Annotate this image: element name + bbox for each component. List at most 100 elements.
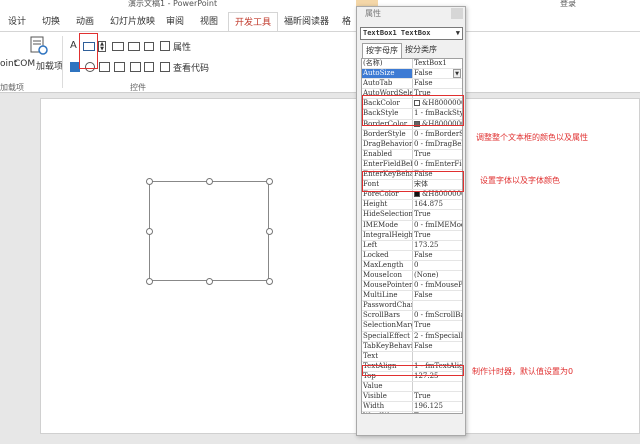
property-row[interactable]: DragBehavior0 - fmDragBehavior — [362, 139, 462, 150]
property-row[interactable]: AutoTab False — [362, 79, 462, 90]
property-value[interactable]: True — [413, 412, 462, 413]
property-row[interactable]: AutoSize False ▼ — [362, 69, 462, 80]
chevron-down-icon[interactable]: ▼ — [453, 69, 461, 79]
scrollbar-control-icon[interactable] — [144, 42, 154, 51]
close-icon[interactable] — [451, 8, 463, 19]
property-row[interactable]: EnterFieldBehavior0 - fmEnterFieldBehavi… — [362, 159, 462, 171]
property-value[interactable]: 0 - fmBorderStyle — [413, 130, 462, 139]
property-value[interactable]: TextBox1 — [413, 59, 462, 68]
textbox-control[interactable] — [146, 178, 273, 285]
tab-review[interactable]: 审阅 — [166, 14, 184, 27]
property-row[interactable]: IntegralHeight True — [362, 230, 462, 241]
property-row[interactable]: Height 164.875 — [362, 200, 462, 211]
tab-categorized[interactable]: 按分类序 — [402, 43, 440, 58]
property-row[interactable]: Width 196.125 — [362, 402, 462, 413]
property-value-text: TextBox1 — [414, 59, 447, 67]
property-row[interactable]: MouseIcon (None) — [362, 270, 462, 282]
property-value[interactable]: True — [413, 150, 462, 159]
property-value[interactable]: 0 - fmMousePointerDefault — [413, 281, 462, 290]
property-value[interactable] — [413, 382, 462, 391]
resize-handle-right[interactable] — [266, 228, 273, 235]
tab-animations[interactable]: 动画 — [76, 14, 94, 27]
resize-handle-top-right[interactable] — [266, 178, 273, 185]
property-row[interactable]: HideSelection True — [362, 210, 462, 221]
tab-design[interactable]: 设计 — [8, 14, 26, 27]
property-value[interactable]: False ▼ — [413, 69, 462, 79]
property-row[interactable]: Locked False — [362, 250, 462, 261]
property-value[interactable]: 173.25 — [413, 241, 462, 250]
property-value[interactable]: 0 - fmEnterFieldBehavior — [413, 160, 462, 169]
property-value[interactable]: True — [413, 231, 462, 240]
toggle-button-icon[interactable] — [130, 62, 141, 72]
tab-developer[interactable]: 开发工具 — [228, 12, 279, 32]
property-name: SpecialEffect — [362, 331, 413, 341]
tab-more[interactable]: 格 — [342, 14, 351, 27]
slide-canvas[interactable] — [40, 98, 640, 434]
resize-handle-top[interactable] — [206, 178, 213, 185]
property-value[interactable]: 0 - fmScrollBarsNone — [413, 311, 462, 320]
property-value[interactable]: 0 - fmDragBehavior — [413, 140, 462, 149]
property-row[interactable]: Left 173.25 — [362, 240, 462, 251]
spin-button-icon[interactable]: ▲ ▼ — [98, 41, 106, 52]
listbox-control-icon[interactable] — [114, 62, 125, 72]
resize-handle-bottom-right[interactable] — [266, 278, 273, 285]
property-row[interactable]: SpecialEffect2 - fmSpecialEffectSunken — [362, 331, 462, 342]
property-row[interactable]: Value — [362, 382, 462, 393]
property-row[interactable]: TabKeyBehaviorFalse — [362, 341, 462, 352]
property-value-text: 0 - fmIMEModeNoControl — [414, 220, 462, 229]
property-row[interactable]: MaxLength 0 — [362, 260, 462, 271]
property-row[interactable]: Text — [362, 351, 462, 362]
property-value[interactable] — [413, 352, 462, 361]
property-row[interactable]: BorderStyle0 - fmBorderStyle — [362, 129, 462, 140]
resize-handle-left[interactable] — [146, 228, 153, 235]
properties-button[interactable]: 属性 — [173, 40, 191, 53]
label-control-icon[interactable]: A — [70, 40, 77, 51]
property-row[interactable]: (名称) TextBox1 — [362, 59, 462, 70]
property-value[interactable]: True — [413, 392, 462, 401]
property-row[interactable]: MultiLine False — [362, 291, 462, 302]
addins-button[interactable]: 加载项 — [36, 59, 63, 72]
tab-slideshow[interactable]: 幻灯片放映 — [110, 14, 155, 27]
property-row[interactable]: PasswordChar — [362, 301, 462, 312]
property-value[interactable]: False — [413, 251, 462, 260]
tab-transitions[interactable]: 切换 — [42, 14, 60, 27]
property-value[interactable]: 2 - fmSpecialEffectSunken — [413, 332, 462, 341]
property-row[interactable]: Enabled True — [362, 149, 462, 160]
property-value[interactable]: (None) — [413, 271, 462, 280]
tab-view[interactable]: 视图 — [200, 14, 218, 27]
property-value[interactable]: True — [413, 321, 462, 330]
property-row[interactable]: ScrollBars0 - fmScrollBarsNone — [362, 311, 462, 322]
property-value[interactable]: 0 — [413, 261, 462, 270]
property-row[interactable]: MousePointer0 - fmMousePointerDefault — [362, 281, 462, 292]
command-button-icon[interactable] — [112, 42, 124, 51]
property-name: Height — [362, 200, 413, 210]
resize-handle-bottom-left[interactable] — [146, 278, 153, 285]
property-value[interactable]: False — [413, 291, 462, 300]
more-controls-icon[interactable] — [144, 62, 154, 72]
resize-handle-top-left[interactable] — [146, 178, 153, 185]
property-value[interactable]: False — [413, 79, 462, 88]
object-selector[interactable]: TextBox1 TextBox ▼ — [360, 27, 463, 40]
property-value-text: 0 — [414, 260, 419, 269]
property-row[interactable]: WordWrapTrue — [362, 412, 462, 413]
tab-alphabetic[interactable]: 按字母序 — [362, 43, 402, 58]
property-row[interactable]: SelectionMarginTrue — [362, 321, 462, 332]
property-value-text: False — [414, 250, 433, 259]
property-row[interactable]: Visible True — [362, 392, 462, 403]
view-code-button[interactable]: 查看代码 — [173, 61, 209, 74]
com-addins-button[interactable]: COM — [14, 59, 35, 69]
property-value[interactable]: False — [413, 342, 462, 351]
combobox-control-icon[interactable] — [99, 62, 110, 72]
property-value[interactable] — [413, 301, 462, 310]
property-name: Enabled — [362, 149, 413, 159]
property-value[interactable]: 196.125 — [413, 402, 462, 411]
property-value[interactable]: 164.875 — [413, 200, 462, 209]
image-control-icon[interactable] — [128, 42, 140, 51]
property-name: MultiLine — [362, 291, 413, 301]
sign-in-link[interactable]: 登录 — [560, 0, 576, 9]
resize-handle-bottom[interactable] — [206, 278, 213, 285]
property-value[interactable]: True — [413, 210, 462, 219]
property-value[interactable]: 0 - fmIMEModeNoControl — [413, 221, 462, 230]
tab-foxit-reader[interactable]: 福昕阅读器 — [284, 14, 329, 27]
property-row[interactable]: IMEMode0 - fmIMEModeNoControl — [362, 220, 462, 231]
